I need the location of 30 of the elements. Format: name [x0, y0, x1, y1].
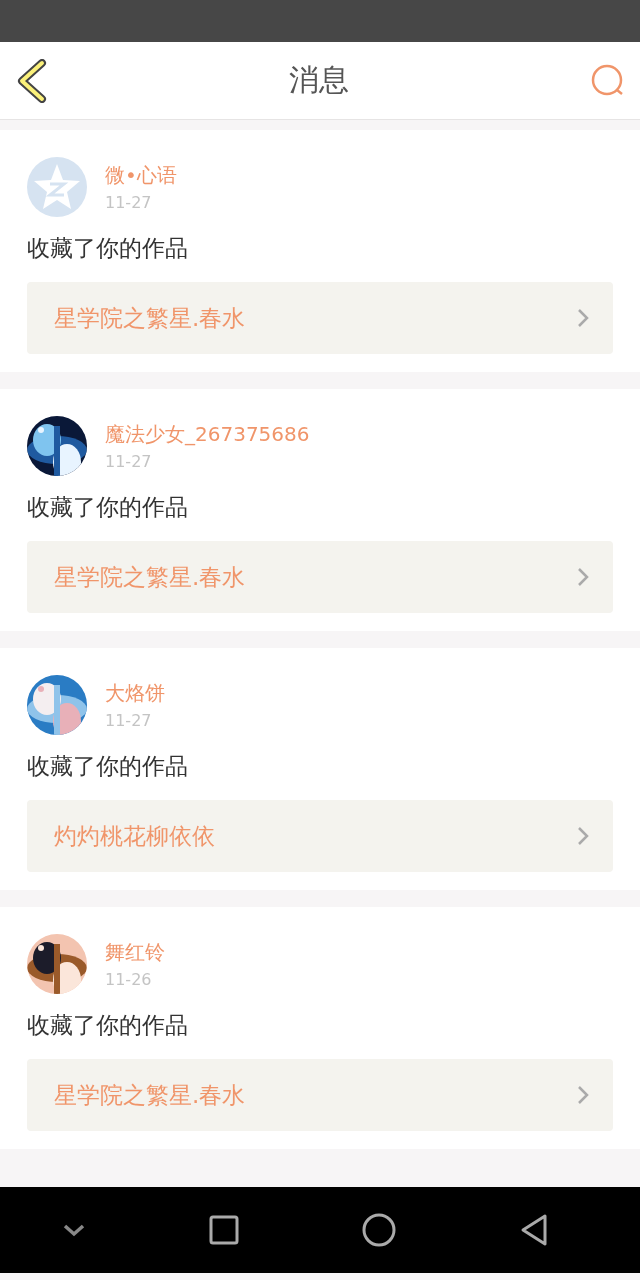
chevron-icon: [577, 826, 589, 846]
user-name[interactable]: 魔法少女_267375686: [105, 421, 310, 448]
message-text: 收藏了你的作品: [27, 234, 189, 263]
work-link[interactable]: 灼灼桃花柳依依: [27, 800, 613, 872]
chevron-icon: [577, 308, 589, 328]
collapse-icon[interactable]: [61, 1223, 86, 1237]
user-name[interactable]: 大烙饼: [105, 680, 165, 707]
user-name[interactable]: 微•心语: [105, 162, 177, 189]
work-link[interactable]: 星学院之繁星.春水: [27, 1059, 613, 1131]
page-title: 消息: [289, 61, 349, 99]
message-text: 收藏了你的作品: [27, 493, 189, 522]
message-date: 11-27: [105, 452, 153, 471]
work-title: 星学院之繁星.春水: [54, 303, 246, 333]
work-title: 星学院之繁星.春水: [54, 1080, 246, 1110]
home-icon[interactable]: [361, 1213, 396, 1247]
chevron-icon: [577, 567, 589, 587]
message-date: 11-26: [105, 970, 153, 989]
chevron-icon: [577, 1085, 589, 1105]
work-link[interactable]: 星学院之繁星.春水: [27, 541, 613, 613]
message-date: 11-27: [105, 193, 153, 212]
recents-icon[interactable]: [208, 1215, 239, 1245]
message-text: 收藏了你的作品: [27, 752, 189, 781]
default-avatar-icon: [27, 157, 87, 217]
work-title: 灼灼桃花柳依依: [54, 821, 215, 851]
work-link[interactable]: 星学院之繁星.春水: [27, 282, 613, 354]
user-name[interactable]: 舞红铃: [105, 939, 165, 966]
message-date: 11-27: [105, 711, 153, 730]
back-icon[interactable]: [16, 58, 48, 103]
message-text: 收藏了你的作品: [27, 1011, 189, 1040]
work-title: 星学院之繁星.春水: [54, 562, 246, 592]
